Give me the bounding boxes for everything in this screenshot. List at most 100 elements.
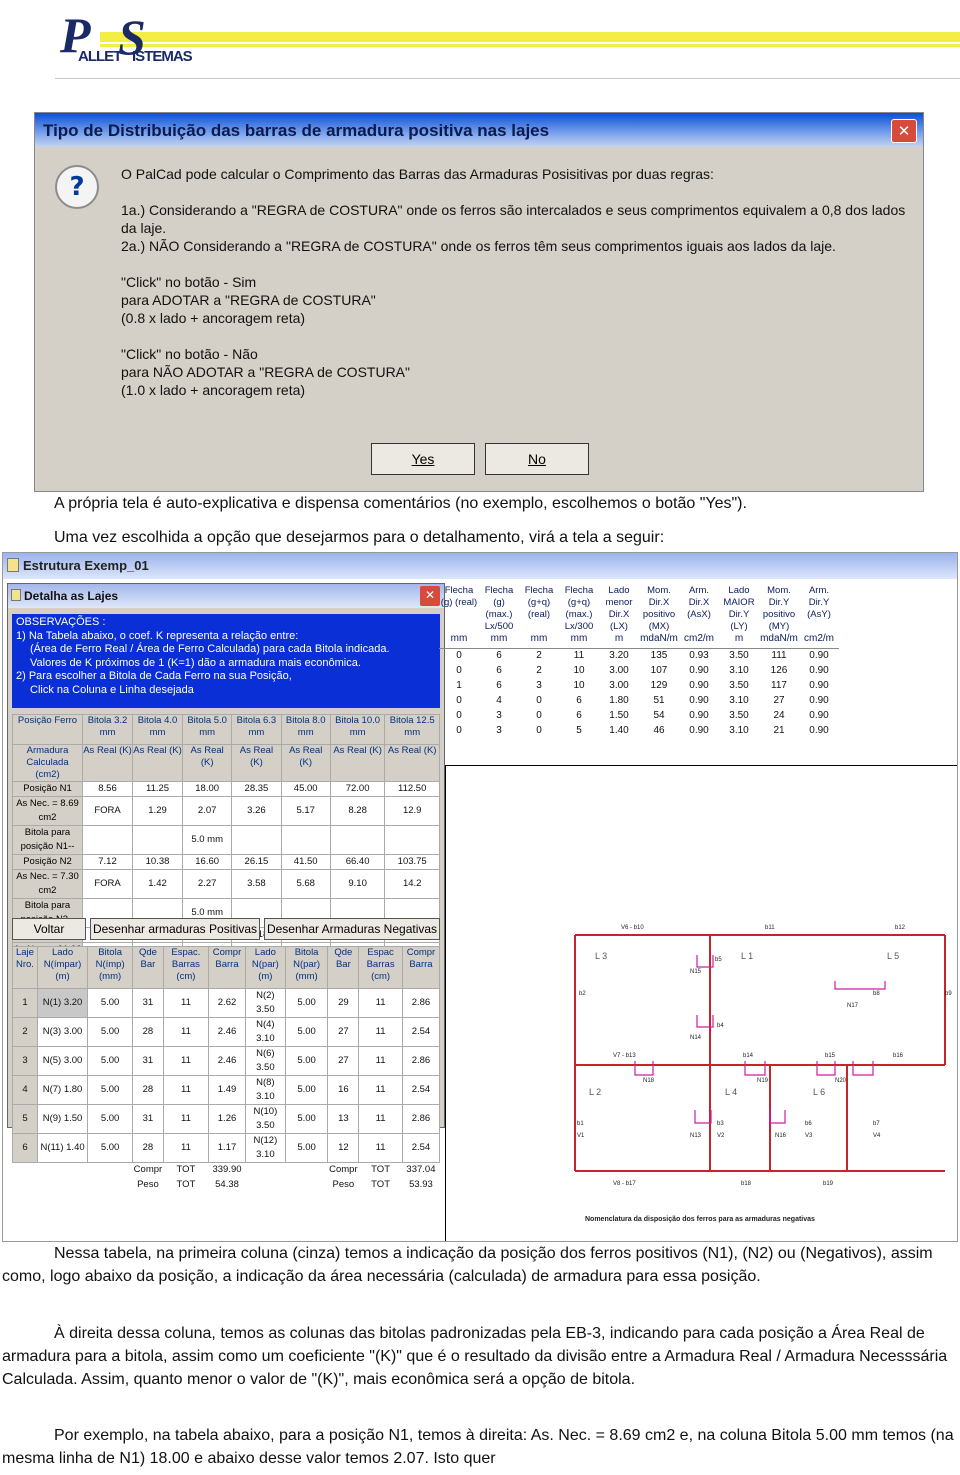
close-icon[interactable]: ✕: [891, 119, 917, 143]
slab-value-cell[interactable]: 11: [358, 1046, 403, 1076]
slab-value-cell[interactable]: 27: [327, 1046, 360, 1076]
slab-value-cell[interactable]: 1.17: [208, 1133, 247, 1163]
bitola-value-cell[interactable]: 8.56: [81, 781, 134, 797]
slab-value-cell[interactable]: 11: [358, 1104, 403, 1134]
slab-value-cell[interactable]: 5.00: [87, 1133, 134, 1163]
slab-value-cell[interactable]: 11: [162, 1046, 210, 1076]
slab-value-cell[interactable]: N(9) 1.50: [36, 1104, 89, 1134]
slab-value-cell[interactable]: 2.46: [208, 1017, 247, 1047]
slab-value-cell[interactable]: 11: [162, 1104, 210, 1134]
yes-button[interactable]: Yes: [371, 443, 475, 475]
bitola-value-cell[interactable]: FORA: [81, 796, 134, 826]
bitola-value-cell[interactable]: 103.75: [384, 854, 440, 870]
bitola-value-cell[interactable]: 16.60: [182, 854, 233, 870]
slab-value-cell[interactable]: N(10) 3.50: [245, 1104, 286, 1134]
bitola-value-cell[interactable]: 1.29: [132, 796, 184, 826]
slab-value-cell[interactable]: 5.00: [284, 1075, 329, 1105]
slab-value-cell[interactable]: 2.54: [401, 1075, 441, 1105]
slab-value-cell[interactable]: 2.86: [401, 1046, 441, 1076]
slab-value-cell[interactable]: 29: [327, 988, 360, 1018]
slab-value-cell[interactable]: 5.00: [284, 1133, 329, 1163]
bitola-value-cell[interactable]: 66.40: [329, 854, 386, 870]
slab-value-cell[interactable]: 11: [358, 1075, 403, 1105]
slab-value-cell[interactable]: 2.54: [401, 1017, 441, 1047]
slab-value-cell[interactable]: 5.00: [87, 1046, 134, 1076]
slab-value-cell[interactable]: 5.00: [284, 1017, 329, 1047]
bitola-choice-cell[interactable]: [329, 825, 386, 855]
bitola-value-cell[interactable]: 12.9: [384, 796, 440, 826]
slab-value-cell[interactable]: N(4) 3.10: [245, 1017, 286, 1047]
bitola-value-cell[interactable]: 1.42: [132, 869, 184, 899]
slab-value-cell[interactable]: 5.00: [87, 1017, 134, 1047]
bitola-value-cell[interactable]: 11.25: [132, 781, 184, 797]
bitola-value-cell[interactable]: 10.38: [132, 854, 184, 870]
draw-positive-button[interactable]: Desenhar armaduras Positivas: [90, 918, 260, 940]
slab-value-cell[interactable]: 2.62: [208, 988, 247, 1018]
slab-value-cell[interactable]: 5.00: [87, 1104, 134, 1134]
bitola-choice-cell[interactable]: [280, 825, 331, 855]
slab-value-cell[interactable]: 2.86: [401, 988, 441, 1018]
slab-value-cell[interactable]: 28: [132, 1017, 164, 1047]
bitola-value-cell[interactable]: 72.00: [329, 781, 386, 797]
bitola-value-cell[interactable]: 18.00: [182, 781, 233, 797]
bitola-value-cell[interactable]: 5.17: [280, 796, 331, 826]
bitola-value-cell[interactable]: 41.50: [280, 854, 331, 870]
slab-value-cell[interactable]: N(1) 3.20: [36, 988, 89, 1018]
bitola-value-cell[interactable]: 5.68: [280, 869, 331, 899]
bitola-value-cell[interactable]: 9.10: [329, 869, 386, 899]
slab-value-cell[interactable]: 1.49: [208, 1075, 247, 1105]
bitola-choice-cell[interactable]: [384, 825, 440, 855]
slab-value-cell[interactable]: 5.00: [87, 988, 134, 1018]
bitola-value-cell[interactable]: 112.50: [384, 781, 440, 797]
slab-value-cell[interactable]: 11: [162, 1017, 210, 1047]
slab-value-cell[interactable]: 31: [132, 1046, 164, 1076]
slab-value-cell[interactable]: 2.54: [401, 1133, 441, 1163]
slab-value-cell[interactable]: N(11) 1.40: [36, 1133, 89, 1163]
slab-value-cell[interactable]: 11: [162, 988, 210, 1018]
slab-value-cell[interactable]: 16: [327, 1075, 360, 1105]
no-button[interactable]: No: [485, 443, 589, 475]
slab-value-cell[interactable]: 11: [162, 1133, 210, 1163]
slab-value-cell[interactable]: 31: [132, 988, 164, 1018]
slab-value-cell[interactable]: 12: [327, 1133, 360, 1163]
bitola-value-cell[interactable]: 14.2: [384, 869, 440, 899]
slab-value-cell[interactable]: 11: [358, 988, 403, 1018]
bitola-value-cell[interactable]: 2.27: [182, 869, 233, 899]
slab-value-cell[interactable]: 11: [358, 1017, 403, 1047]
bitola-value-cell[interactable]: FORA: [81, 869, 134, 899]
slab-value-cell[interactable]: 2.46: [208, 1046, 247, 1076]
bitola-choice-cell[interactable]: 5.0 mm: [182, 825, 233, 855]
slab-value-cell[interactable]: 28: [132, 1133, 164, 1163]
slab-value-cell[interactable]: 11: [358, 1133, 403, 1163]
slab-value-cell[interactable]: N(2) 3.50: [245, 988, 286, 1018]
bitola-choice-cell[interactable]: [132, 825, 184, 855]
bitola-choice-cell[interactable]: [81, 825, 134, 855]
bitola-value-cell[interactable]: 3.26: [231, 796, 282, 826]
slab-value-cell[interactable]: 28: [132, 1075, 164, 1105]
slab-value-cell[interactable]: N(8) 3.10: [245, 1075, 286, 1105]
close-icon[interactable]: ✕: [420, 586, 440, 606]
slab-value-cell[interactable]: 5.00: [284, 1104, 329, 1134]
bitola-value-cell[interactable]: 7.12: [81, 854, 134, 870]
slab-value-cell[interactable]: 31: [132, 1104, 164, 1134]
bitola-value-cell[interactable]: 26.15: [231, 854, 282, 870]
draw-negative-button[interactable]: Desenhar Armaduras Negativas: [264, 918, 440, 940]
slab-value-cell[interactable]: N(12) 3.10: [245, 1133, 286, 1163]
slab-value-cell[interactable]: 11: [162, 1075, 210, 1105]
slab-value-cell[interactable]: 2.86: [401, 1104, 441, 1134]
slab-value-cell[interactable]: N(6) 3.50: [245, 1046, 286, 1076]
bitola-choice-cell[interactable]: [231, 825, 282, 855]
bitola-value-cell[interactable]: 8.28: [329, 796, 386, 826]
bitola-value-cell[interactable]: 3.58: [231, 869, 282, 899]
slab-value-cell[interactable]: 1.26: [208, 1104, 247, 1134]
bitola-value-cell[interactable]: 2.07: [182, 796, 233, 826]
bitola-value-cell[interactable]: 45.00: [280, 781, 331, 797]
slab-value-cell[interactable]: N(7) 1.80: [36, 1075, 89, 1105]
slab-value-cell[interactable]: N(5) 3.00: [36, 1046, 89, 1076]
voltar-button[interactable]: Voltar: [12, 918, 86, 940]
slab-value-cell[interactable]: 5.00: [284, 1046, 329, 1076]
bitola-value-cell[interactable]: 28.35: [231, 781, 282, 797]
slab-value-cell[interactable]: 13: [327, 1104, 360, 1134]
slab-value-cell[interactable]: N(3) 3.00: [36, 1017, 89, 1047]
slab-value-cell[interactable]: 5.00: [87, 1075, 134, 1105]
